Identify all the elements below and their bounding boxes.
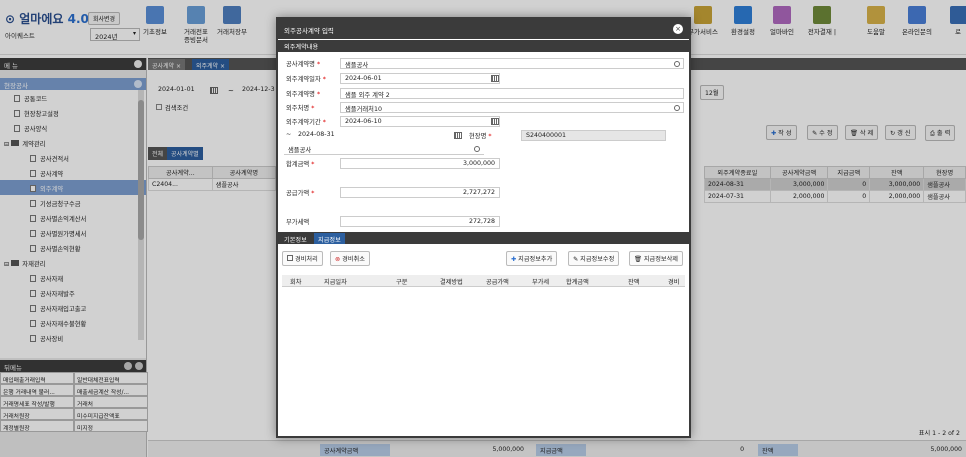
search-icon[interactable] xyxy=(674,105,680,111)
name-label: 외주계약명 * xyxy=(286,91,321,98)
tab-payment-info[interactable]: 지급정보 xyxy=(314,233,345,244)
edit-payment-button[interactable]: ✎ 지급정보수정 xyxy=(568,251,620,266)
search-icon[interactable] xyxy=(674,61,680,67)
site-name-field[interactable]: 샘플공사 xyxy=(284,144,484,155)
site-label: 현장명 * xyxy=(469,133,492,140)
vendor-label: 외주처명 * xyxy=(286,105,315,112)
total-label: 합계금액 * xyxy=(286,161,315,168)
calendar-icon[interactable] xyxy=(491,75,499,82)
date-field[interactable]: 2024-06-01 xyxy=(340,73,500,84)
add-payment-button[interactable]: ✚ 지급정보추가 xyxy=(506,251,558,266)
calendar-icon[interactable] xyxy=(491,118,499,125)
name-field[interactable]: 샘플 외주 계약 2 xyxy=(340,88,684,99)
project-field[interactable]: 샘플공사 xyxy=(340,58,684,69)
period-end-field[interactable]: 2024-08-31 xyxy=(294,130,464,141)
col-header[interactable]: 부가세 xyxy=(532,277,549,286)
search-icon[interactable] xyxy=(474,146,480,152)
close-icon[interactable]: × xyxy=(673,24,683,34)
period-label: 외주계약기간 * xyxy=(286,119,326,126)
dialog-tab-bar: 기본정보 지급정보 xyxy=(278,232,689,244)
supply-field[interactable]: 2,727,272 xyxy=(340,187,500,198)
outsource-contract-dialog: 외주공사계약 입력 × 외주계약내용 공사계약명 * 샘플공사 외주계약일자 * … xyxy=(276,17,691,438)
col-header[interactable]: 공급가액 xyxy=(486,277,509,286)
col-header[interactable]: 경비 xyxy=(668,277,679,286)
site-code-field: S240400001 xyxy=(521,130,666,141)
expense-process-button[interactable]: 경비처리 xyxy=(282,251,323,266)
tab-basic-info[interactable]: 기본정보 xyxy=(280,233,311,244)
dialog-section-header: 외주계약내용 xyxy=(278,40,689,52)
expense-cancel-button[interactable]: ⊗ 경비취소 xyxy=(330,251,370,266)
vendor-field[interactable]: 샘플거래처10 xyxy=(340,102,684,113)
calendar-icon[interactable] xyxy=(454,132,462,139)
date-label: 외주계약일자 * xyxy=(286,76,326,83)
total-field[interactable]: 3,000,000 xyxy=(340,158,500,169)
col-header[interactable]: 결제방법 xyxy=(440,277,463,286)
vat-field[interactable]: 272,728 xyxy=(340,216,500,227)
project-label: 공사계약명 * xyxy=(286,61,321,68)
supply-label: 공급가액 * xyxy=(286,190,315,197)
col-header[interactable]: 회차 xyxy=(290,277,301,286)
col-header[interactable]: 합계금액 xyxy=(566,277,589,286)
period-sep: ~ xyxy=(286,131,292,138)
vat-label: 부가세액 xyxy=(286,219,310,226)
payment-grid-header: 회차 지급일자 구분 결제방법 공급가액 부가세 합계금액 잔액 경비 xyxy=(282,275,685,287)
period-start-field[interactable]: 2024-06-10 xyxy=(340,116,500,127)
col-header[interactable]: 구분 xyxy=(396,277,407,286)
delete-payment-button[interactable]: 🗑 지급정보삭제 xyxy=(629,251,683,266)
col-header[interactable]: 지급일자 xyxy=(324,277,347,286)
col-header[interactable]: 잔액 xyxy=(628,277,639,286)
dialog-title: 외주공사계약 입력 × xyxy=(278,19,689,39)
